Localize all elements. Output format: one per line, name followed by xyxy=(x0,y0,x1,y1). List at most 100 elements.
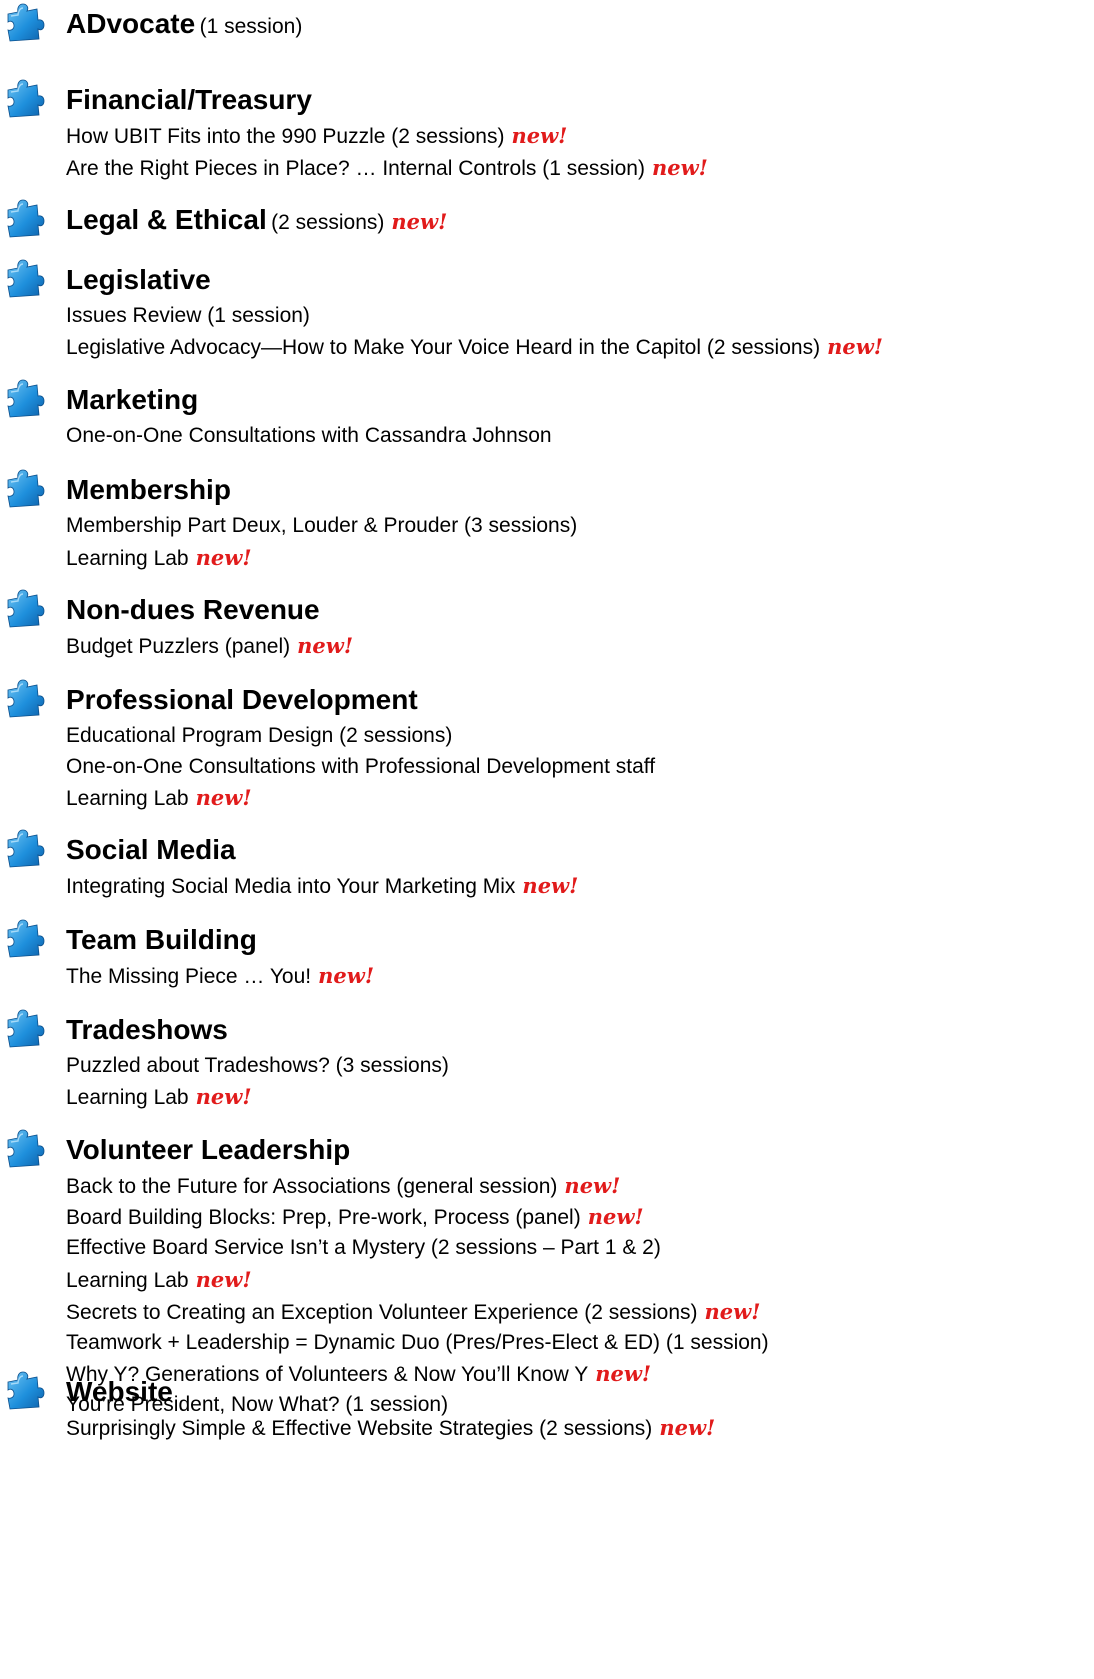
session-item-text: Teamwork + Leadership = Dynamic Duo (Pre… xyxy=(66,1331,769,1354)
session-item: Learning Lab new! xyxy=(66,782,1086,814)
session-item-text: Integrating Social Media into Your Marke… xyxy=(66,875,516,898)
session-item-text: Effective Board Service Isn’t a Mystery … xyxy=(66,1236,661,1259)
session-item-text: Board Building Blocks: Prep, Pre-work, P… xyxy=(66,1206,581,1229)
new-badge: new! xyxy=(564,1173,621,1198)
session-item-text: Legislative Advocacy—How to Make Your Vo… xyxy=(66,336,821,359)
new-badge: new! xyxy=(587,1204,644,1229)
session-item: One-on-One Consultations with Cassandra … xyxy=(66,420,1086,451)
session-item-text: Are the Right Pieces in Place? … Interna… xyxy=(66,157,645,180)
section-title: ADvocate xyxy=(66,8,196,39)
session-list: Membership Part Deux, Louder & Prouder (… xyxy=(66,510,1086,573)
session-item-text: Secrets to Creating an Exception Volunte… xyxy=(66,1301,698,1324)
session-item: Issues Review (1 session) xyxy=(66,300,1086,331)
section-title: Social Media xyxy=(66,834,236,865)
new-badge: new! xyxy=(297,633,354,658)
session-item-text: Learning Lab xyxy=(66,787,189,810)
session-item-text: Surprisingly Simple & Effective Website … xyxy=(66,1417,653,1440)
section-title: Volunteer Leadership xyxy=(66,1134,351,1165)
session-item: Are the Right Pieces in Place? … Interna… xyxy=(66,152,1086,183)
session-item: Learning Lab new! xyxy=(66,1081,1086,1112)
section-title: Legal & Ethical xyxy=(66,204,267,235)
session-list: How UBIT Fits into the 990 Puzzle (2 ses… xyxy=(66,120,1086,183)
section-heading: Legislative xyxy=(66,264,211,301)
puzzle-piece-icon xyxy=(7,919,45,958)
session-item: Learning Lab new! xyxy=(66,1263,1086,1296)
session-item-text: Learning Lab xyxy=(66,1269,189,1292)
session-item: Back to the Future for Associations (gen… xyxy=(66,1170,1086,1201)
session-item-text: Educational Program Design (2 sessions) xyxy=(66,724,453,747)
session-list: One-on-One Consultations with Cassandra … xyxy=(66,420,1086,451)
section-session-count: (1 session) xyxy=(199,15,303,38)
session-item: Board Building Blocks: Prep, Pre-work, P… xyxy=(66,1201,1086,1232)
section-heading: Professional Development xyxy=(66,684,418,721)
puzzle-piece-icon xyxy=(7,829,45,868)
new-badge: new! xyxy=(511,123,568,148)
section-title: Legislative xyxy=(66,264,211,295)
session-item: Surprisingly Simple & Effective Website … xyxy=(66,1412,1086,1443)
new-badge: new! xyxy=(318,963,375,988)
session-list: Issues Review (1 session) Legislative Adv… xyxy=(66,300,1086,363)
section-title: Website xyxy=(66,1376,173,1407)
session-item: Secrets to Creating an Exception Volunte… xyxy=(66,1296,1086,1327)
section-title: Financial/Treasury xyxy=(66,84,312,115)
puzzle-piece-icon xyxy=(7,199,45,238)
puzzle-piece-icon xyxy=(7,589,45,628)
session-list: Back to the Future for Associations (gen… xyxy=(66,1170,1086,1420)
section-title: Membership xyxy=(66,474,231,505)
session-item-text: One-on-One Consultations with Profession… xyxy=(66,755,656,778)
new-badge: new! xyxy=(195,545,252,570)
section-title: Professional Development xyxy=(66,684,418,715)
puzzle-piece-icon xyxy=(7,679,45,718)
section-title: Tradeshows xyxy=(66,1014,228,1045)
new-badge: new! xyxy=(522,873,579,898)
puzzle-piece-icon xyxy=(7,469,45,508)
session-item-text: Learning Lab xyxy=(66,547,189,570)
session-item-text: How UBIT Fits into the 990 Puzzle (2 ses… xyxy=(66,125,505,148)
session-item: The Missing Piece … You! new! xyxy=(66,960,1086,991)
session-item-text: Learning Lab xyxy=(66,1086,189,1109)
section-heading: ADvocate (1 session) xyxy=(66,8,302,45)
session-item: Effective Board Service Isn’t a Mystery … xyxy=(66,1232,1086,1263)
section-title: Marketing xyxy=(66,384,199,415)
session-item: How UBIT Fits into the 990 Puzzle (2 ses… xyxy=(66,120,1086,152)
session-list: Integrating Social Media into Your Marke… xyxy=(66,870,1086,901)
section-session-count: (2 sessions) xyxy=(271,211,385,234)
puzzle-piece-icon xyxy=(7,79,45,118)
new-badge: new! xyxy=(827,334,883,359)
session-item: Educational Program Design (2 sessions) xyxy=(66,720,1086,751)
session-item-text: The Missing Piece … You! xyxy=(66,965,312,988)
session-item-text: Back to the Future for Associations (gen… xyxy=(66,1175,558,1198)
section-heading: Non-dues Revenue xyxy=(66,594,320,631)
session-item: Membership Part Deux, Louder & Prouder (… xyxy=(66,510,1086,542)
puzzle-piece-icon xyxy=(7,1009,45,1048)
new-badge: new! xyxy=(595,1361,652,1386)
new-badge: new! xyxy=(704,1299,761,1324)
session-item: Puzzled about Tradeshows? (3 sessions) xyxy=(66,1050,1086,1081)
new-badge: new! xyxy=(195,1084,252,1109)
section-heading: Social Media xyxy=(66,834,236,871)
session-item-text: Puzzled about Tradeshows? (3 sessions) xyxy=(66,1054,449,1077)
puzzle-piece-icon xyxy=(7,259,45,298)
new-badge: new! xyxy=(651,155,708,180)
session-item: Learning Lab new! xyxy=(66,542,1086,573)
session-item: Teamwork + Leadership = Dynamic Duo (Pre… xyxy=(66,1327,1086,1358)
session-list-page: ADvocate (1 session) Financial/Treasury H… xyxy=(0,0,1094,1679)
puzzle-piece-icon xyxy=(7,1129,45,1168)
session-item: One-on-One Consultations with Profession… xyxy=(66,751,1086,782)
session-item: Budget Puzzlers (panel) new! xyxy=(66,630,1086,661)
session-list: Budget Puzzlers (panel) new! xyxy=(66,630,1086,661)
section-heading: Volunteer Leadership xyxy=(66,1134,350,1171)
section-heading: Financial/Treasury xyxy=(66,84,312,121)
new-badge: new! xyxy=(195,785,252,810)
session-list: Surprisingly Simple & Effective Website … xyxy=(66,1412,1086,1443)
session-list: The Missing Piece … You! new! xyxy=(66,960,1086,991)
new-badge: new! xyxy=(659,1415,716,1440)
session-item-text: One-on-One Consultations with Cassandra … xyxy=(66,424,552,447)
session-list: Educational Program Design (2 sessions) O… xyxy=(66,720,1086,814)
section-heading: Legal & Ethical (2 sessions) new! xyxy=(66,204,447,241)
section-heading: Membership xyxy=(66,474,231,511)
section-title: Non-dues Revenue xyxy=(66,594,320,625)
new-badge: new! xyxy=(391,209,448,234)
puzzle-piece-icon xyxy=(7,1371,45,1410)
section-title: Team Building xyxy=(66,924,257,955)
